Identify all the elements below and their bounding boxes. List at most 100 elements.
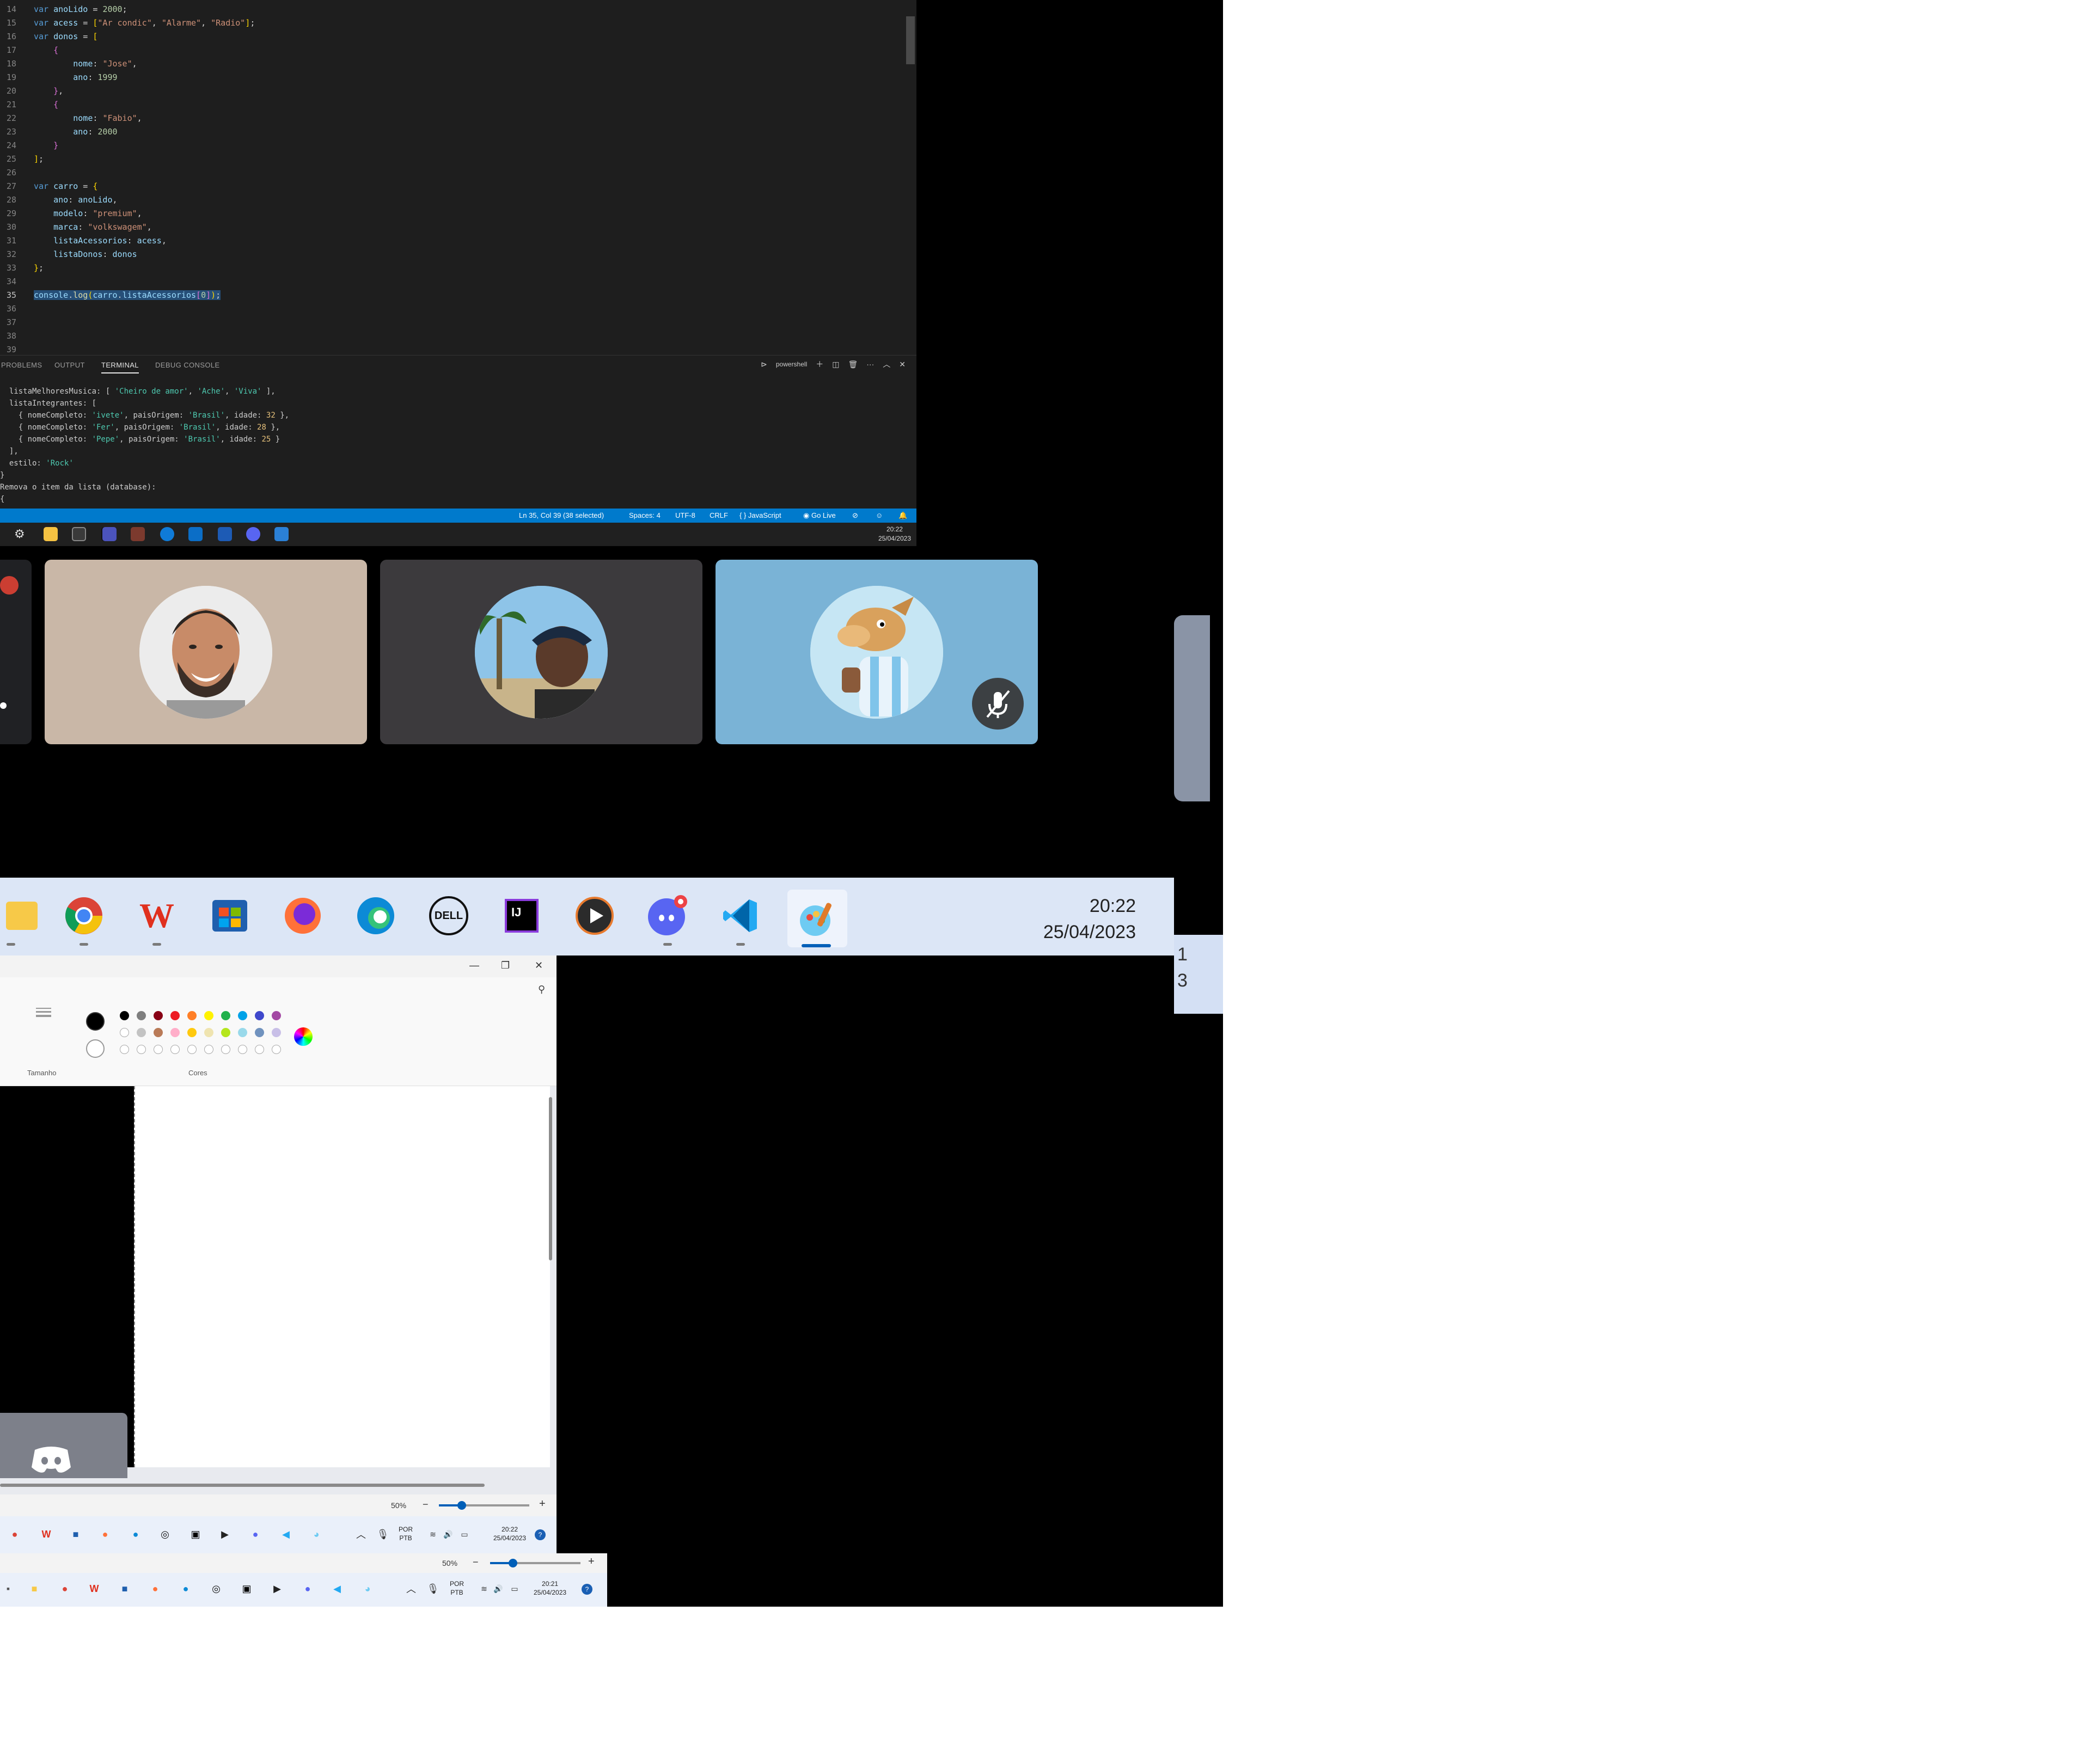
line-ending[interactable]: CRLF — [710, 511, 728, 519]
edge-icon[interactable] — [354, 894, 398, 938]
chrome-icon[interactable]: ● — [7, 1526, 23, 1542]
mic-icon[interactable]: 🎙 — [425, 1581, 441, 1597]
language-indicator[interactable]: POR PTB — [450, 1579, 464, 1597]
code-line[interactable]: 36 — [0, 302, 904, 316]
code-line[interactable]: 31 listaAcessorios: acess, — [0, 234, 904, 248]
close-icon[interactable]: ✕ — [899, 360, 906, 369]
settings-icon[interactable]: ⚙ — [14, 527, 25, 541]
zoom-out-icon[interactable]: − — [423, 1499, 429, 1510]
vscode-icon[interactable] — [719, 894, 762, 938]
custom-color-slot[interactable] — [238, 1045, 247, 1054]
wps-office-icon[interactable]: W — [86, 1581, 102, 1597]
app-icon[interactable]: ▪ — [0, 1581, 16, 1597]
app-icon[interactable] — [72, 527, 86, 541]
language-mode[interactable]: { } JavaScript — [739, 511, 781, 519]
maximize-icon[interactable]: ︿ — [883, 359, 890, 370]
zoom-out-icon[interactable]: − — [473, 1557, 479, 1568]
chevron-up-icon[interactable]: ︿ — [403, 1581, 419, 1597]
palette-color-swatch[interactable] — [221, 1011, 230, 1020]
intellij-icon[interactable]: ▣ — [187, 1526, 204, 1542]
microsoft-store-icon[interactable] — [208, 894, 252, 938]
teams-icon[interactable] — [102, 527, 117, 541]
media-player-icon[interactable]: ▶ — [217, 1526, 233, 1542]
zoom-slider[interactable] — [490, 1559, 580, 1567]
vscode-icon[interactable]: ◀ — [278, 1526, 294, 1542]
more-icon[interactable]: ··· — [866, 360, 874, 369]
no-account-icon[interactable]: ⊘ — [852, 511, 858, 520]
palette-color-swatch[interactable] — [204, 1011, 213, 1020]
wps-office-icon[interactable]: W — [135, 894, 179, 938]
tab-terminal[interactable]: TERMINAL — [101, 361, 139, 373]
discord-icon[interactable] — [246, 527, 260, 541]
edge-icon[interactable]: ● — [178, 1581, 194, 1597]
chevron-up-icon[interactable]: ︿ — [353, 1526, 369, 1542]
palette-color-swatch[interactable] — [187, 1028, 197, 1037]
split-icon[interactable]: ◫ — [832, 360, 839, 369]
tab-output[interactable]: OUTPUT — [54, 361, 85, 369]
code-line[interactable]: 20 }, — [0, 84, 904, 98]
color-1-swatch[interactable] — [86, 1012, 105, 1031]
battery-icon[interactable]: ▭ — [456, 1526, 473, 1542]
wifi-icon[interactable]: ≋ — [425, 1526, 441, 1542]
code-line[interactable]: 30 marca: "volkswagem", — [0, 220, 904, 234]
participant-tile-1[interactable] — [45, 560, 367, 744]
cursor-position[interactable]: Ln 35, Col 39 (38 selected) — [519, 511, 604, 519]
custom-color-slot[interactable] — [170, 1045, 180, 1054]
palette-color-swatch[interactable] — [272, 1028, 281, 1037]
custom-color-slot[interactable] — [120, 1045, 129, 1054]
edge-icon[interactable] — [160, 527, 174, 541]
edge-icon[interactable]: ● — [127, 1526, 144, 1542]
code-line[interactable]: 17 { — [0, 44, 904, 57]
code-line[interactable]: 19 ano: 1999 — [0, 71, 904, 84]
discord-icon[interactable]: ● — [299, 1581, 316, 1597]
vscode-taskbar-clock[interactable]: 20:22 25/04/2023 — [878, 525, 911, 543]
code-line[interactable]: 38 — [0, 329, 904, 343]
palette-color-swatch[interactable] — [154, 1011, 163, 1020]
palette-color-swatch[interactable] — [120, 1028, 129, 1037]
palette-color-swatch[interactable] — [170, 1011, 180, 1020]
paint-icon[interactable]: ◕ — [359, 1581, 376, 1597]
code-line[interactable]: 25]; — [0, 152, 904, 166]
edit-colors-icon[interactable] — [294, 1027, 313, 1046]
editor-scrollbar[interactable] — [906, 16, 915, 64]
palette-color-swatch[interactable] — [137, 1028, 146, 1037]
code-line[interactable]: 29 modelo: "premium", — [0, 207, 904, 220]
taskbar-clock[interactable]: 20:22 25/04/2023 — [1043, 893, 1136, 945]
code-line[interactable]: 35 console.log(carro.listaAcessorios[0]); — [0, 289, 904, 302]
code-line[interactable]: 34 — [0, 275, 904, 289]
code-line[interactable]: 14 var anoLido = 2000; — [0, 3, 904, 16]
participant-tile-2[interactable] — [380, 560, 702, 744]
custom-color-slot[interactable] — [154, 1045, 163, 1054]
discord-icon[interactable] — [646, 894, 689, 938]
chrome-icon[interactable]: ● — [57, 1581, 73, 1597]
code-line[interactable]: 21 { — [0, 98, 904, 112]
code-line[interactable]: 18 nome: "Jose", — [0, 57, 904, 71]
language-indicator[interactable]: POR PTB — [399, 1525, 413, 1542]
notification-counter[interactable]: 1 3 — [1174, 935, 1223, 1014]
code-line[interactable]: 22 nome: "Fabio", — [0, 112, 904, 125]
zoom-slider[interactable] — [439, 1501, 529, 1510]
new-terminal-icon[interactable]: ＋ — [816, 359, 823, 370]
size-tool[interactable] — [34, 1003, 53, 1025]
vscode-icon[interactable] — [274, 527, 289, 541]
volume-icon[interactable]: 🔊 — [490, 1581, 506, 1597]
palette-color-swatch[interactable] — [272, 1011, 281, 1020]
color-2-swatch[interactable] — [86, 1039, 105, 1058]
code-line[interactable]: 33}; — [0, 261, 904, 275]
code-line[interactable]: 37 — [0, 316, 904, 329]
dell-icon[interactable]: DELL — [427, 894, 470, 938]
terminal-output[interactable]: listaMelhoresMusica: [ 'Cheiro de amor',… — [0, 385, 904, 505]
intellij-icon[interactable]: IJ — [500, 894, 543, 938]
file-explorer-icon[interactable] — [44, 527, 58, 541]
custom-color-slot[interactable] — [137, 1045, 146, 1054]
file-explorer-icon[interactable]: ■ — [26, 1581, 42, 1597]
minimize-icon[interactable]: — — [469, 960, 479, 971]
code-line[interactable]: 26 — [0, 166, 904, 180]
discord-icon[interactable]: ● — [247, 1526, 264, 1542]
code-line[interactable]: 23 ano: 2000 — [0, 125, 904, 139]
custom-color-slot[interactable] — [204, 1045, 213, 1054]
media-player-icon[interactable] — [573, 894, 616, 938]
custom-color-slot[interactable] — [187, 1045, 197, 1054]
app-icon[interactable] — [131, 527, 145, 541]
trash-icon[interactable]: 🗑 — [848, 360, 858, 369]
